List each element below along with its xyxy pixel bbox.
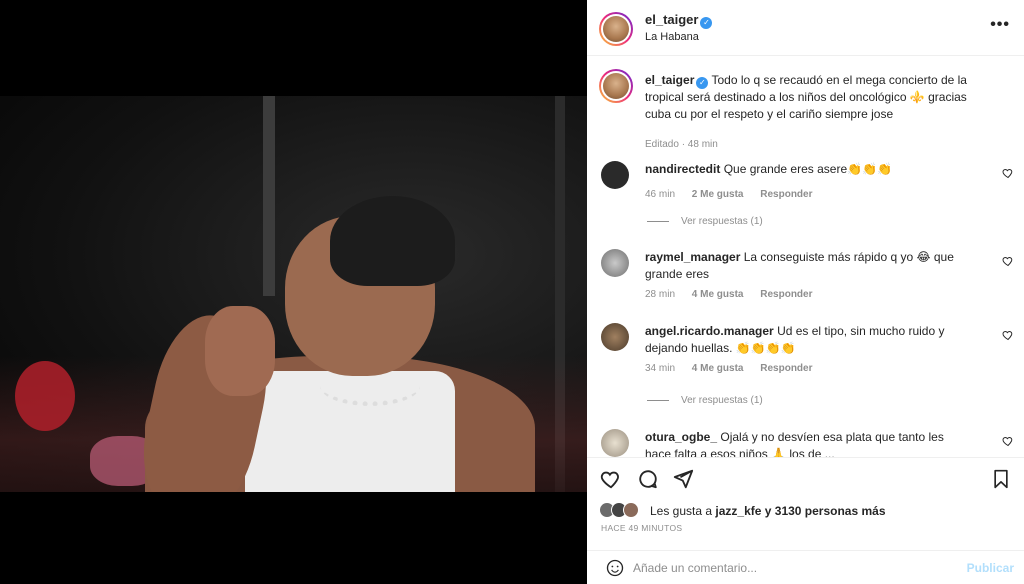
author-avatar[interactable]: [599, 12, 633, 46]
heart-icon[interactable]: [600, 468, 622, 490]
likes-count[interactable]: y 3130 personas más: [765, 504, 886, 518]
author-username-row[interactable]: el_taiger ✓: [645, 12, 713, 29]
liker-username[interactable]: jazz_kfe: [715, 504, 761, 518]
view-replies-button[interactable]: Ver respuestas (1): [647, 216, 763, 227]
comment-input[interactable]: [633, 557, 953, 579]
add-comment-bar: Publicar: [587, 550, 1024, 584]
commenter-avatar[interactable]: [601, 249, 629, 277]
commenter-avatar[interactable]: [601, 323, 629, 351]
comment-likes[interactable]: 2 Me gusta: [692, 189, 744, 200]
comment-heart-icon[interactable]: [1002, 255, 1014, 267]
post-side-panel: el_taiger ✓ La Habana ••• el_taiger ✓ Todo…: [587, 0, 1024, 584]
caption-avatar[interactable]: [599, 69, 633, 103]
likes-prefix: Les gusta a: [650, 504, 713, 518]
comment-heart-icon[interactable]: [1002, 329, 1014, 341]
emoji-icon[interactable]: [606, 559, 624, 577]
verified-icon: ✓: [700, 17, 713, 29]
comment-icon[interactable]: [637, 468, 659, 490]
commenter-avatar[interactable]: [601, 429, 629, 457]
comment-time[interactable]: 34 min: [645, 363, 675, 374]
post-timestamp[interactable]: HACE 49 MINUTOS: [601, 523, 682, 533]
media-area: [0, 0, 587, 584]
commenter-avatar[interactable]: [601, 161, 629, 189]
more-icon[interactable]: •••: [990, 16, 1010, 34]
post-location[interactable]: La Habana: [645, 31, 699, 43]
comment-username[interactable]: otura_ogbe_: [645, 430, 717, 444]
caption-meta: Editado · 48 min: [645, 139, 718, 150]
comment-text: Que grande eres asere👏👏👏: [723, 162, 892, 176]
post-actions-bar: [587, 457, 1024, 493]
reply-button[interactable]: Responder: [760, 189, 812, 200]
post-photo[interactable]: [0, 96, 587, 492]
comment-likes[interactable]: 4 Me gusta: [692, 363, 744, 374]
comment-username[interactable]: raymel_manager: [645, 250, 740, 264]
view-replies-button[interactable]: Ver respuestas (1): [647, 395, 763, 406]
post-header: el_taiger ✓ La Habana •••: [587, 0, 1024, 56]
comment-likes[interactable]: 4 Me gusta: [692, 289, 744, 300]
instagram-post-view: el_taiger ✓ La Habana ••• el_taiger ✓ Todo…: [0, 0, 1024, 584]
verified-icon: ✓: [696, 77, 709, 89]
comment-time[interactable]: 28 min: [645, 289, 675, 300]
reply-button[interactable]: Responder: [760, 289, 812, 300]
comment-heart-icon[interactable]: [1002, 167, 1014, 179]
comment-heart-icon[interactable]: [1002, 435, 1014, 447]
comment-username[interactable]: nandirectedit: [645, 162, 720, 176]
comment-username[interactable]: angel.ricardo.manager: [645, 324, 774, 338]
publish-button[interactable]: Publicar: [967, 561, 1014, 575]
reply-button[interactable]: Responder: [760, 363, 812, 374]
caption-username[interactable]: el_taiger: [645, 73, 694, 87]
share-icon[interactable]: [672, 468, 694, 490]
liker-avatar[interactable]: [623, 502, 639, 518]
bookmark-icon[interactable]: [991, 468, 1011, 490]
comment-time[interactable]: 46 min: [645, 189, 675, 200]
author-username[interactable]: el_taiger: [645, 12, 698, 27]
comments-list[interactable]: el_taiger ✓ Todo lo q se recaudó en el me…: [587, 57, 1024, 457]
